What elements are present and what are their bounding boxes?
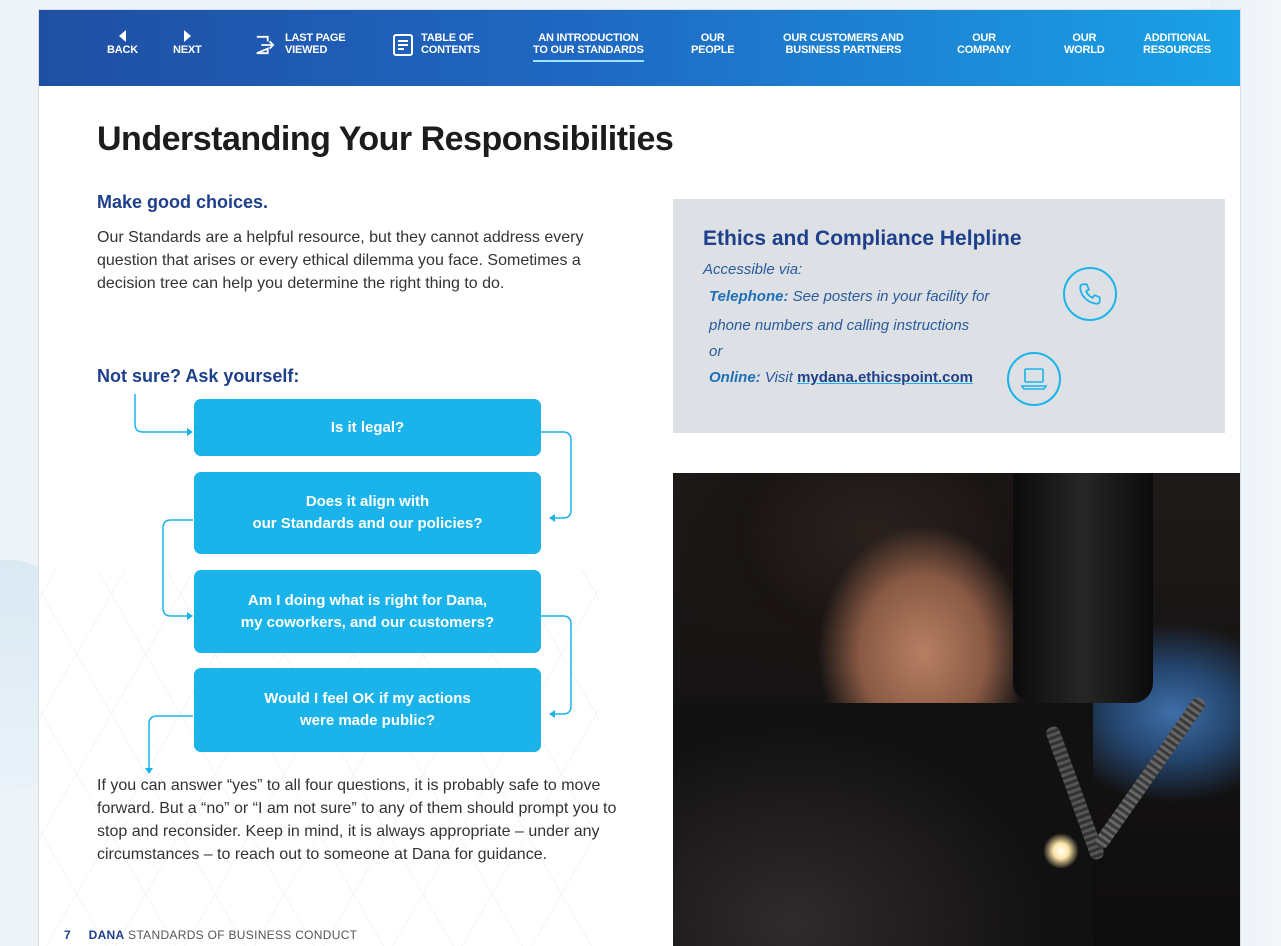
ethicspoint-link[interactable]: mydana.ethicspoint.com [797, 369, 973, 386]
company-label-1: OUR [972, 32, 996, 44]
page-footer: 7 DANA STANDARDS OF BUSINESS CONDUCT [64, 928, 357, 942]
customers-label-1: OUR CUSTOMERS AND [783, 32, 904, 44]
arrowhead-4 [549, 710, 555, 718]
people-label-2: PEOPLE [691, 44, 735, 56]
flow-connector-2 [162, 519, 193, 617]
or-text: or [709, 343, 723, 360]
question-box-1: Is it legal? [194, 399, 541, 456]
world-label-1: OUR [1072, 32, 1097, 44]
arrowhead-1 [187, 428, 193, 436]
helpline-title: Ethics and Compliance Helpline [703, 227, 1022, 250]
question-2-line-1: Does it align with [305, 493, 430, 510]
flow-connector-3 [541, 615, 572, 715]
technician-photo [673, 473, 1240, 946]
nav-additional-resources[interactable]: ADDITIONAL RESOURCES [1143, 32, 1211, 56]
arrowhead-3 [187, 612, 193, 620]
question-2-line-2: our Standards and our policies? [252, 515, 483, 532]
question-3-line-1: Am I doing what is right for Dana, [247, 591, 488, 609]
helpline-panel: Ethics and Compliance Helpline Accessibl… [673, 199, 1225, 433]
footer-doc-title: STANDARDS OF BUSINESS CONDUCT [128, 928, 358, 942]
closing-text: If you can answer “yes” to all four ques… [97, 777, 617, 863]
lamp-arm-shape-2 [1092, 695, 1208, 851]
shirt-shape [673, 703, 1093, 946]
document-page: BACK NEXT LAST PAGE VIEWED TABLE OF CONT… [39, 10, 1240, 946]
online-visit-text: Visit [764, 369, 793, 386]
nav-customers-partners[interactable]: OUR CUSTOMERS AND BUSINESS PARTNERS [783, 32, 904, 56]
telephone-text-1: See posters in your facility for [792, 288, 990, 305]
telephone-label: Telephone: [709, 288, 789, 305]
flow-connector-end [148, 715, 193, 768]
question-1-text: Is it legal? [330, 418, 405, 436]
question-box-2: Does it align with our Standards and our… [194, 472, 541, 554]
accessible-via-text: Accessible via: [703, 261, 803, 278]
people-label-1: OUR [700, 32, 725, 44]
world-label-2: WORLD [1064, 44, 1105, 56]
telephone-line: Telephone: See posters in your facility … [709, 286, 989, 308]
question-4-line-1: Would I feel OK if my actions [264, 690, 471, 707]
nav-our-world[interactable]: OUR WORLD [1064, 32, 1105, 56]
online-label: Online: [709, 369, 761, 386]
laptop-icon [1020, 368, 1048, 390]
company-label-2: COMPANY [957, 44, 1012, 56]
flow-connector-1 [541, 431, 572, 519]
telephone-icon [1063, 267, 1117, 321]
arrowhead-2 [549, 514, 555, 522]
question-box-3: Am I doing what is right for Dana, my co… [194, 570, 541, 653]
flow-connector-start [134, 394, 187, 433]
footer-brand: DANA [88, 928, 125, 942]
phone-icon [1079, 283, 1101, 305]
lamp-glow [1043, 833, 1079, 869]
computer-icon [1007, 352, 1061, 406]
microscope-shape [1013, 473, 1153, 703]
telephone-text-2: phone numbers and calling instructions [709, 317, 970, 334]
question-4-line-2: were made public? [299, 712, 436, 729]
question-3-line-2: my coworkers, and our customers? [240, 613, 495, 631]
resources-label-1: ADDITIONAL [1144, 32, 1210, 44]
question-box-4: Would I feel OK if my actions were made … [194, 668, 541, 752]
nav-our-company[interactable]: OUR COMPANY [957, 32, 1011, 56]
online-line: Online: Visit mydana.ethicspoint.com [709, 367, 973, 389]
customers-label-2: BUSINESS PARTNERS [785, 44, 902, 56]
resources-label-2: RESOURCES [1143, 44, 1211, 56]
nav-our-people[interactable]: OUR PEOPLE [691, 32, 735, 56]
page-number: 7 [64, 928, 71, 942]
